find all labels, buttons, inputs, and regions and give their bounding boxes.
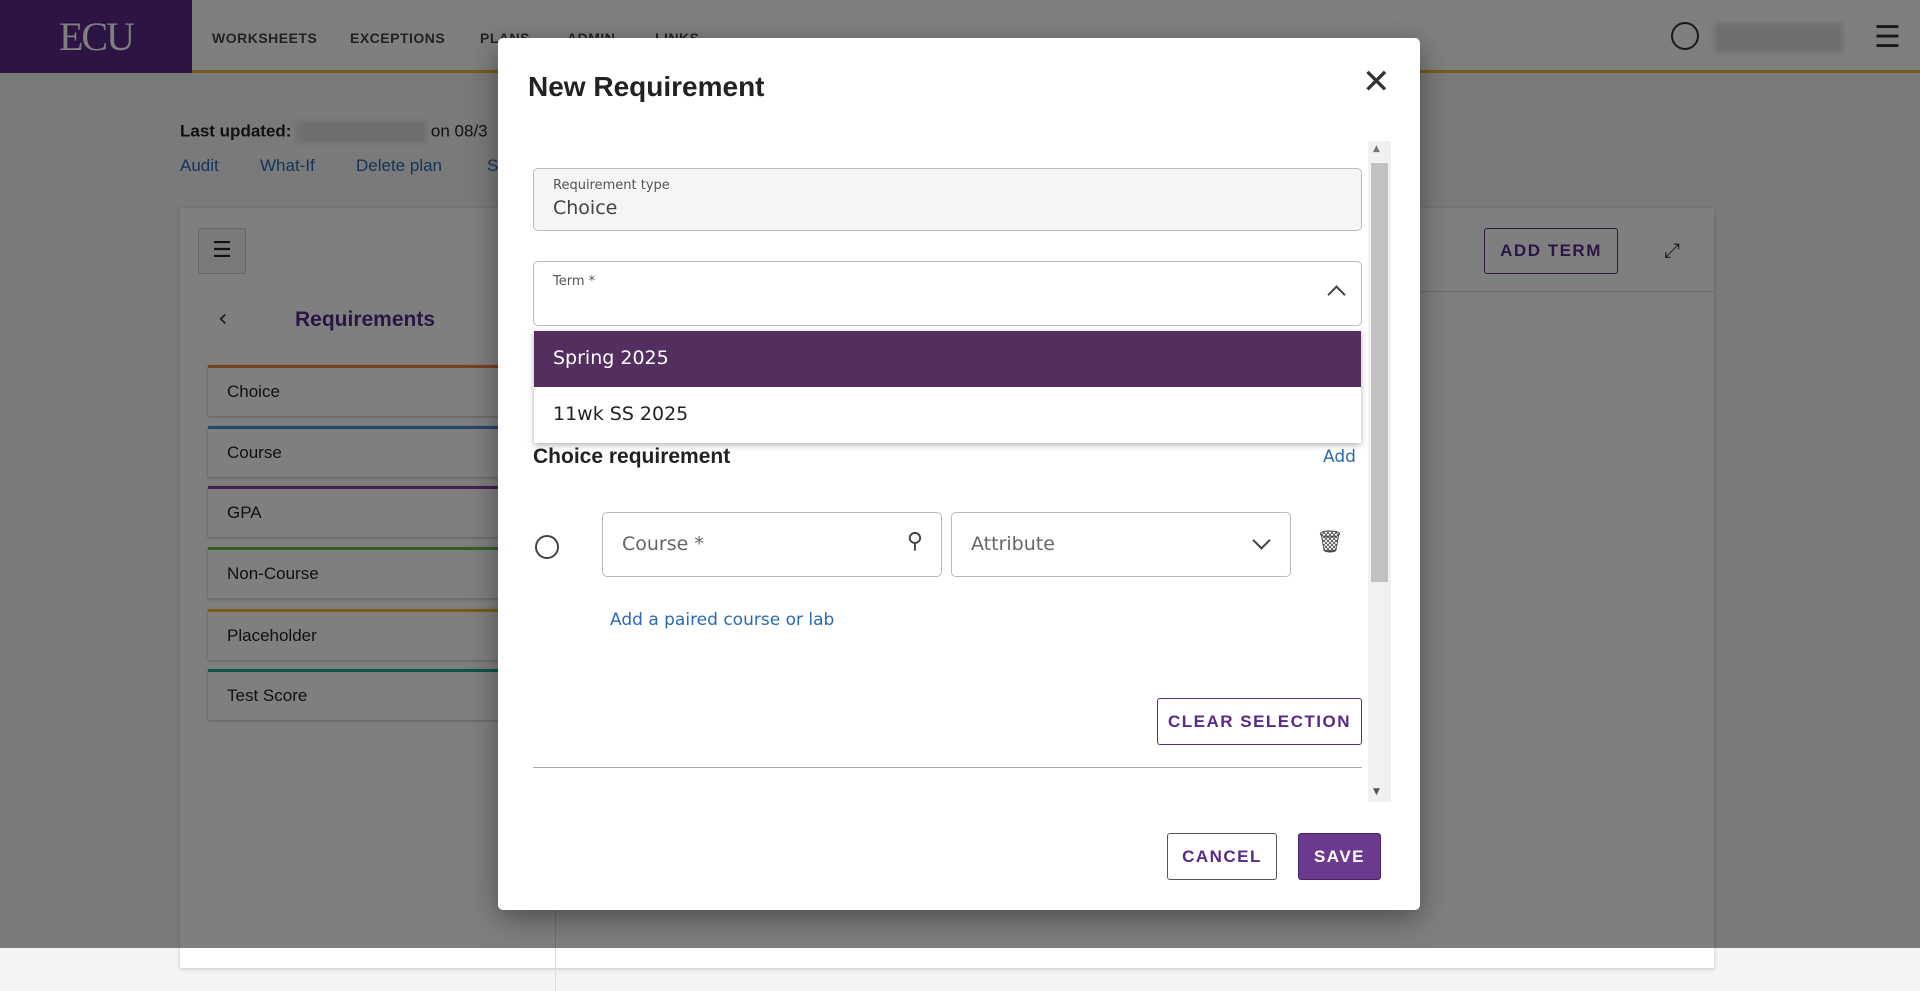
trash-icon[interactable]: 🗑 — [1316, 530, 1344, 555]
attribute-placeholder: Attribute — [971, 533, 1055, 555]
add-paired-course-link[interactable]: Add a paired course or lab — [610, 610, 834, 630]
save-button[interactable]: SAVE — [1298, 833, 1381, 880]
course-placeholder: Course * — [622, 533, 704, 555]
scrollbar-thumb[interactable] — [1371, 163, 1388, 582]
chevron-up-icon — [1327, 285, 1346, 304]
term-label: Term * — [553, 274, 596, 289]
new-requirement-dialog: New Requirement ✕ ▲ ▼ Requirement type C… — [498, 38, 1420, 910]
divider — [533, 767, 1362, 768]
requirement-type-field[interactable]: Requirement type Choice — [533, 168, 1362, 231]
choice-requirement-heading: Choice requirement — [533, 445, 731, 468]
term-dropdown: Spring 2025 11wk SS 2025 — [534, 331, 1361, 443]
attribute-select[interactable]: Attribute — [951, 512, 1291, 577]
choice-radio[interactable] — [535, 535, 559, 559]
term-option-11wk-ss-2025[interactable]: 11wk SS 2025 — [534, 387, 1361, 443]
course-search-input[interactable]: Course * ⚲ — [602, 512, 942, 577]
scrollbar[interactable]: ▲ ▼ — [1368, 141, 1391, 802]
term-select[interactable]: Term * — [533, 261, 1362, 326]
chevron-down-icon — [1252, 531, 1271, 550]
add-link[interactable]: Add — [1323, 447, 1356, 467]
cancel-button[interactable]: CANCEL — [1167, 833, 1277, 880]
clear-selection-button[interactable]: CLEAR SELECTION — [1157, 698, 1362, 745]
search-icon[interactable]: ⚲ — [907, 529, 923, 554]
requirement-type-value: Choice — [553, 197, 618, 219]
requirement-type-label: Requirement type — [553, 178, 670, 193]
term-option-spring-2025[interactable]: Spring 2025 — [534, 331, 1361, 387]
dialog-title: New Requirement — [528, 71, 765, 102]
close-icon[interactable]: ✕ — [1362, 62, 1391, 102]
